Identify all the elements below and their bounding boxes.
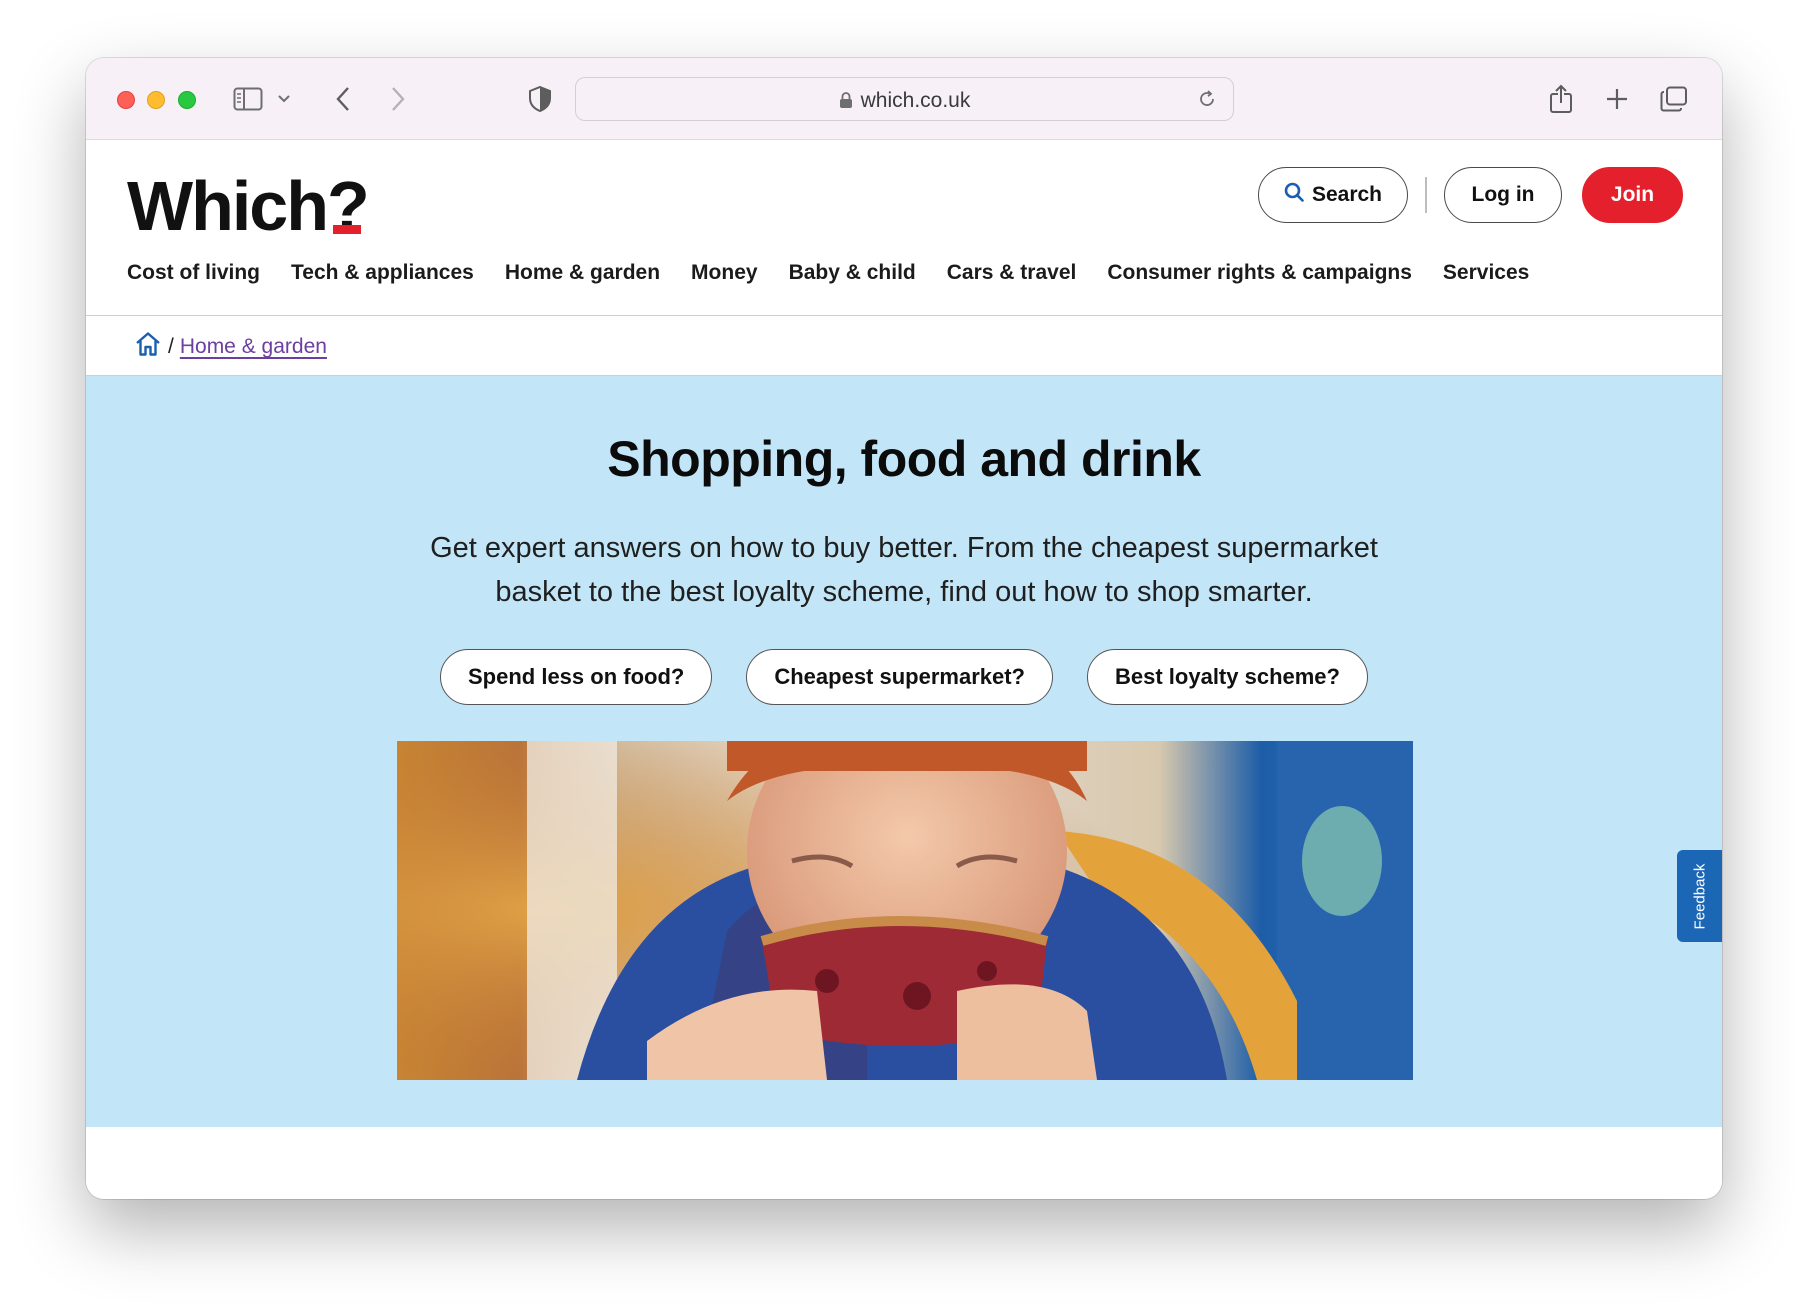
which-logo[interactable]: Which? [127,166,370,246]
hero-image-boy-eating-toast [397,741,1413,1080]
logo-red-bar [332,225,361,234]
nav-item-tech-appliances[interactable]: Tech & appliances [291,261,474,285]
nav-item-cars-travel[interactable]: Cars & travel [947,261,1077,285]
nav-item-consumer-rights[interactable]: Consumer rights & campaigns [1107,261,1412,285]
join-button[interactable]: Join [1582,167,1683,223]
login-button[interactable]: Log in [1444,167,1562,223]
breadcrumb-link-home-garden[interactable]: Home & garden [180,335,327,359]
home-icon[interactable] [134,331,162,363]
zoom-window-button[interactable] [178,91,196,109]
breadcrumb: / Home & garden [134,331,327,363]
nav-item-baby-child[interactable]: Baby & child [789,261,916,285]
nav-item-money[interactable]: Money [691,261,758,285]
nav-item-services[interactable]: Services [1443,261,1529,285]
logo-question-mark: ? [327,166,370,246]
shield-icon[interactable] [526,82,554,116]
tabs-overview-icon[interactable] [1660,82,1688,116]
pill-spend-less-on-food[interactable]: Spend less on food? [440,649,713,705]
browser-toolbar: which.co.uk [86,58,1722,140]
page-title: Shopping, food and drink [607,431,1201,487]
nav-divider [86,315,1722,316]
quick-links: Spend less on food? Cheapest supermarket… [86,649,1722,705]
forward-arrow-icon[interactable] [386,82,410,116]
header-divider [1425,177,1427,213]
lock-icon [839,91,853,115]
sidebar-icon[interactable] [231,82,265,116]
main-nav: Cost of living Tech & appliances Home & … [127,261,1529,285]
minimize-window-button[interactable] [147,91,165,109]
nav-item-cost-of-living[interactable]: Cost of living [127,261,260,285]
chevron-down-icon[interactable] [276,82,292,116]
reload-icon[interactable] [1197,89,1217,114]
hero-description: Get expert answers on how to buy better.… [430,532,1378,608]
back-arrow-icon[interactable] [331,82,355,116]
close-window-button[interactable] [117,91,135,109]
address-bar[interactable]: which.co.uk [575,77,1234,121]
hero-section: Shopping, food and drink Get expert answ… [86,375,1722,1127]
search-button[interactable]: Search [1258,167,1408,223]
page-content: Which? Search Log in Join Cost of living… [86,140,1722,1199]
pill-cheapest-supermarket[interactable]: Cheapest supermarket? [746,649,1053,705]
url-text: which.co.uk [860,89,971,112]
feedback-label: Feedback [1691,863,1708,929]
logo-text: Which [127,167,329,245]
breadcrumb-separator: / [168,335,174,358]
browser-window: which.co.uk Which? Search Log in Join Co… [86,58,1722,1199]
feedback-tab[interactable]: Feedback [1677,850,1722,942]
pill-best-loyalty-scheme[interactable]: Best loyalty scheme? [1087,649,1368,705]
share-icon[interactable] [1548,82,1574,116]
search-label: Search [1311,183,1383,206]
plus-icon[interactable] [1604,82,1630,116]
nav-item-home-garden[interactable]: Home & garden [505,261,660,285]
search-icon [1284,182,1304,208]
